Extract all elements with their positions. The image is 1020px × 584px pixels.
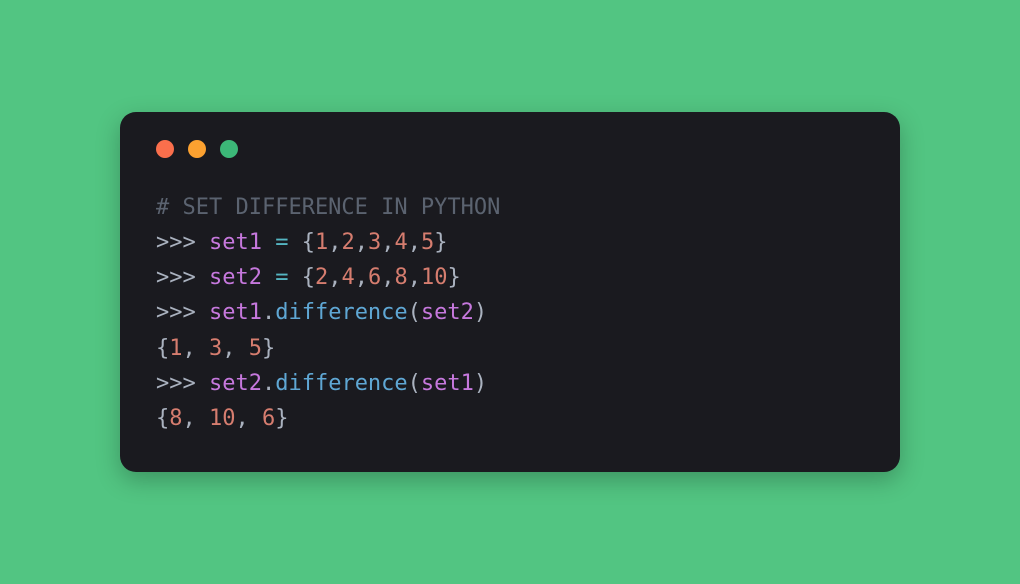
token-brace: { bbox=[156, 336, 169, 361]
code-line: >>> set2.difference(set1) bbox=[156, 366, 864, 401]
code-pane: # SET DIFFERENCE IN PYTHON >>> set1 = {1,… bbox=[156, 190, 864, 436]
token-brace: { bbox=[302, 265, 315, 290]
token-prompt bbox=[288, 230, 301, 255]
token-prompt: >>> bbox=[156, 265, 209, 290]
token-brace: } bbox=[275, 406, 288, 431]
maximize-icon[interactable] bbox=[220, 140, 238, 158]
token-number: 4 bbox=[341, 265, 354, 290]
token-paren: ( bbox=[408, 300, 421, 325]
minimize-icon[interactable] bbox=[188, 140, 206, 158]
token-prompt bbox=[262, 230, 275, 255]
token-comma: , bbox=[183, 406, 210, 431]
token-number: 1 bbox=[315, 230, 328, 255]
token-number: 5 bbox=[249, 336, 262, 361]
token-brace: { bbox=[156, 406, 169, 431]
token-comma: , bbox=[355, 265, 368, 290]
token-comma: , bbox=[328, 265, 341, 290]
token-comma: , bbox=[222, 336, 249, 361]
token-brace: } bbox=[447, 265, 460, 290]
close-icon[interactable] bbox=[156, 140, 174, 158]
token-identifier: set1 bbox=[209, 300, 262, 325]
token-brace: } bbox=[434, 230, 447, 255]
window-controls bbox=[156, 140, 864, 158]
token-dot: . bbox=[262, 300, 275, 325]
token-paren: ( bbox=[408, 371, 421, 396]
token-brace: } bbox=[262, 336, 275, 361]
token-number: 5 bbox=[421, 230, 434, 255]
token-number: 6 bbox=[368, 265, 381, 290]
token-prompt bbox=[262, 265, 275, 290]
token-identifier: set1 bbox=[421, 371, 474, 396]
token-number: 3 bbox=[368, 230, 381, 255]
token-prompt: >>> bbox=[156, 300, 209, 325]
token-paren: ) bbox=[474, 371, 487, 396]
code-line: {8, 10, 6} bbox=[156, 401, 864, 436]
terminal-window: # SET DIFFERENCE IN PYTHON >>> set1 = {1,… bbox=[120, 112, 900, 472]
code-line: {1, 3, 5} bbox=[156, 331, 864, 366]
token-comma: , bbox=[328, 230, 341, 255]
token-number: 10 bbox=[209, 406, 236, 431]
token-comma: , bbox=[408, 265, 421, 290]
token-identifier: set1 bbox=[209, 230, 262, 255]
token-identifier: set2 bbox=[209, 265, 262, 290]
code-line: >>> set1.difference(set2) bbox=[156, 295, 864, 330]
token-number: 1 bbox=[169, 336, 182, 361]
token-brace: { bbox=[302, 230, 315, 255]
code-line: >>> set2 = {2,4,6,8,10} bbox=[156, 260, 864, 295]
token-comma: , bbox=[183, 336, 210, 361]
token-number: 2 bbox=[315, 265, 328, 290]
token-method: difference bbox=[275, 371, 407, 396]
token-prompt: >>> bbox=[156, 371, 209, 396]
code-line: # SET DIFFERENCE IN PYTHON bbox=[156, 190, 864, 225]
token-comma: , bbox=[381, 230, 394, 255]
token-prompt: >>> bbox=[156, 230, 209, 255]
token-comma: , bbox=[355, 230, 368, 255]
token-comment: # SET DIFFERENCE IN PYTHON bbox=[156, 195, 500, 220]
code-line: >>> set1 = {1,2,3,4,5} bbox=[156, 225, 864, 260]
token-paren: ) bbox=[474, 300, 487, 325]
token-identifier: set2 bbox=[209, 371, 262, 396]
token-number: 6 bbox=[262, 406, 275, 431]
token-number: 2 bbox=[341, 230, 354, 255]
token-dot: . bbox=[262, 371, 275, 396]
token-method: difference bbox=[275, 300, 407, 325]
token-comma: , bbox=[236, 406, 263, 431]
token-operator: = bbox=[275, 230, 288, 255]
token-comma: , bbox=[381, 265, 394, 290]
token-number: 4 bbox=[394, 230, 407, 255]
token-number: 10 bbox=[421, 265, 448, 290]
token-prompt bbox=[288, 265, 301, 290]
token-operator: = bbox=[275, 265, 288, 290]
token-identifier: set2 bbox=[421, 300, 474, 325]
token-number: 8 bbox=[394, 265, 407, 290]
token-comma: , bbox=[408, 230, 421, 255]
token-number: 3 bbox=[209, 336, 222, 361]
token-number: 8 bbox=[169, 406, 182, 431]
